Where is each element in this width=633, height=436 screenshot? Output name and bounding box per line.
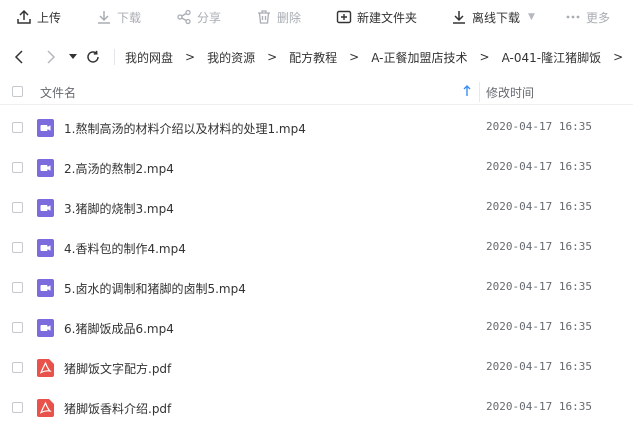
breadcrumb-item[interactable]: A-041-隆江猪脚饭	[502, 49, 602, 66]
file-modified-time: 2020-04-17 16:35	[486, 200, 592, 213]
table-row[interactable]: 3.猪脚的烧制3.mp4 2020-04-17 16:35	[0, 188, 633, 228]
file-modified-time: 2020-04-17 16:35	[486, 320, 592, 333]
table-row[interactable]: 1.熬制高汤的材料介绍以及材料的处理1.mp4 2020-04-17 16:35	[0, 108, 633, 148]
breadcrumb-item[interactable]: 配方教程	[289, 49, 337, 66]
download-icon	[98, 11, 110, 24]
video-file-icon	[37, 239, 54, 257]
row-checkbox[interactable]	[12, 162, 23, 173]
file-modified-time: 2020-04-17 16:35	[486, 120, 592, 133]
table-row[interactable]: 6.猪脚饭成品6.mp4 2020-04-17 16:35	[0, 308, 633, 348]
file-name[interactable]: 6.猪脚饭成品6.mp4	[64, 320, 174, 337]
delete-label: 删除	[277, 10, 302, 25]
file-modified-time: 2020-04-17 16:35	[486, 400, 592, 413]
more-label: 更多	[586, 10, 611, 25]
table-row[interactable]: 4.香料包的制作4.mp4 2020-04-17 16:35	[0, 228, 633, 268]
chevron-right-icon: >	[185, 50, 196, 64]
breadcrumb-item[interactable]: 我的网盘	[125, 49, 173, 66]
pdf-file-icon	[37, 359, 54, 377]
back-icon[interactable]	[12, 49, 26, 65]
toolbar: 上传 下载 分享 删除 新建文件夹 离线下载 ▼ 更多	[0, 0, 633, 34]
offline-download-icon	[453, 11, 465, 24]
share-label: 分享	[197, 10, 222, 25]
forward-icon[interactable]	[44, 49, 58, 65]
share-icon	[177, 9, 191, 25]
share-button[interactable]: 分享	[176, 0, 221, 34]
new-folder-icon	[336, 10, 352, 24]
more-icon	[566, 15, 580, 19]
sort-arrow-icon[interactable]	[463, 85, 471, 100]
breadcrumb-item[interactable]: A-正餐加盟店技术	[371, 49, 467, 66]
delete-button[interactable]: 删除	[256, 0, 301, 34]
column-header-name[interactable]: 文件名	[40, 84, 76, 101]
video-file-icon	[37, 279, 54, 297]
row-checkbox[interactable]	[12, 362, 23, 373]
file-name[interactable]: 猪脚饭香料介绍.pdf	[64, 400, 171, 417]
nav-divider	[114, 49, 115, 65]
navigation-bar: 我的网盘 > 我的资源 > 配方教程 > A-正餐加盟店技术 > A-041-隆…	[0, 40, 633, 74]
download-button[interactable]: 下载	[96, 0, 141, 34]
file-list-header: 文件名 修改时间	[0, 80, 633, 105]
offline-download-button[interactable]: 离线下载 ▼	[451, 0, 535, 34]
breadcrumb: 我的网盘 > 我的资源 > 配方教程 > A-正餐加盟店技术 > A-041-隆…	[125, 40, 633, 74]
upload-button[interactable]: 上传	[16, 0, 61, 34]
chevron-right-icon: >	[613, 50, 624, 64]
new-folder-button[interactable]: 新建文件夹	[336, 0, 417, 34]
chevron-right-icon: >	[267, 50, 278, 64]
row-checkbox[interactable]	[12, 242, 23, 253]
file-name[interactable]: 3.猪脚的烧制3.mp4	[64, 200, 174, 217]
chevron-down-icon[interactable]: ▼	[528, 12, 535, 22]
column-header-modified[interactable]: 修改时间	[486, 84, 534, 101]
more-button[interactable]: 更多	[565, 0, 610, 34]
row-checkbox[interactable]	[12, 202, 23, 213]
video-file-icon	[37, 319, 54, 337]
file-modified-time: 2020-04-17 16:35	[486, 160, 592, 173]
row-checkbox[interactable]	[12, 282, 23, 293]
table-row[interactable]: 2.高汤的熬制2.mp4 2020-04-17 16:35	[0, 148, 633, 188]
offline-download-label: 离线下载	[472, 10, 521, 25]
upload-label: 上传	[37, 10, 62, 25]
select-all-checkbox[interactable]	[12, 86, 23, 97]
file-modified-time: 2020-04-17 16:35	[486, 280, 592, 293]
video-file-icon	[37, 119, 54, 137]
trash-icon	[258, 10, 270, 24]
file-name[interactable]: 5.卤水的调制和猪脚的卤制5.mp4	[64, 280, 246, 297]
chevron-right-icon: >	[349, 50, 360, 64]
video-file-icon	[37, 159, 54, 177]
row-checkbox[interactable]	[12, 322, 23, 333]
video-file-icon	[37, 199, 54, 217]
row-checkbox[interactable]	[12, 122, 23, 133]
table-row[interactable]: 猪脚饭文字配方.pdf 2020-04-17 16:35	[0, 348, 633, 388]
pdf-file-icon	[37, 399, 54, 417]
file-name[interactable]: 2.高汤的熬制2.mp4	[64, 160, 174, 177]
row-checkbox[interactable]	[12, 402, 23, 413]
table-row[interactable]: 5.卤水的调制和猪脚的卤制5.mp4 2020-04-17 16:35	[0, 268, 633, 308]
file-name[interactable]: 1.熬制高汤的材料介绍以及材料的处理1.mp4	[64, 120, 306, 137]
file-modified-time: 2020-04-17 16:35	[486, 240, 592, 253]
column-divider[interactable]	[479, 82, 480, 102]
file-name[interactable]: 猪脚饭文字配方.pdf	[64, 360, 171, 377]
table-row[interactable]: 猪脚饭香料介绍.pdf 2020-04-17 16:35	[0, 388, 633, 428]
breadcrumb-item[interactable]: 我的资源	[207, 49, 255, 66]
file-name[interactable]: 4.香料包的制作4.mp4	[64, 240, 186, 257]
history-dropdown-icon[interactable]	[68, 53, 78, 61]
upload-icon	[17, 9, 31, 24]
download-label: 下载	[117, 10, 142, 25]
new-folder-label: 新建文件夹	[357, 10, 418, 25]
file-modified-time: 2020-04-17 16:35	[486, 360, 592, 373]
refresh-icon[interactable]	[86, 50, 100, 64]
chevron-right-icon: >	[479, 50, 490, 64]
